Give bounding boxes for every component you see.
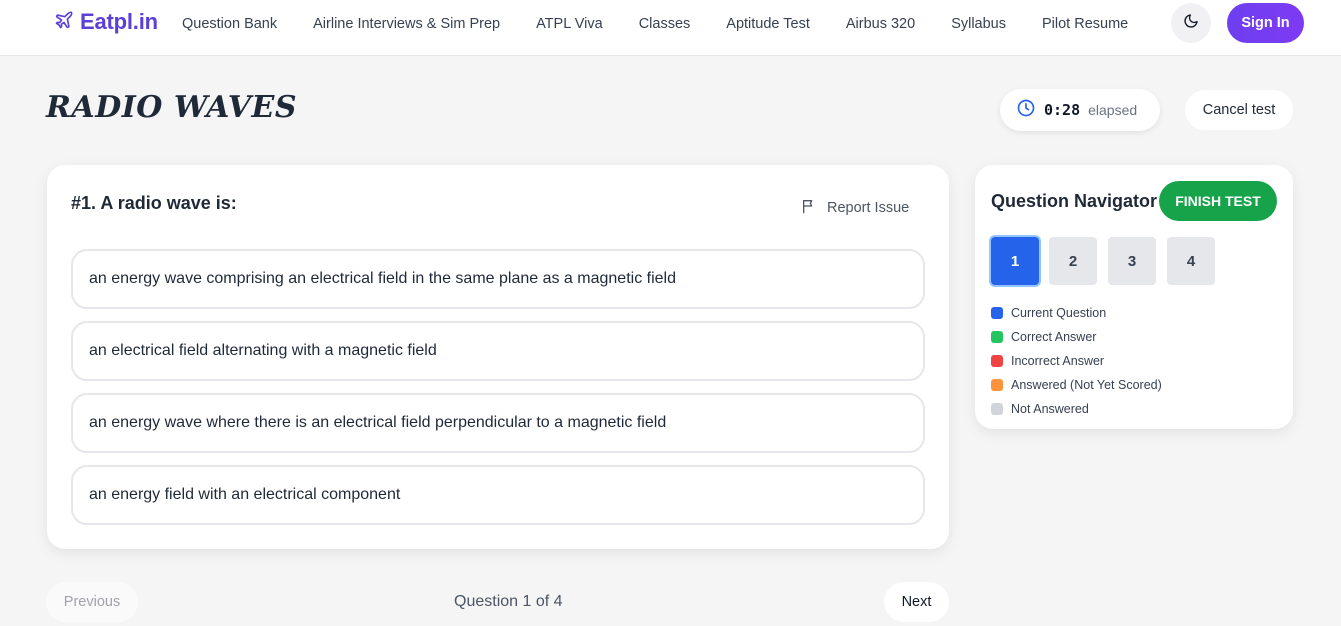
answer-option-2[interactable]: an electrical field alternating with a m… [71, 321, 925, 381]
previous-button[interactable]: Previous [46, 582, 138, 622]
status-legend: Current Question Correct Answer Incorrec… [991, 301, 1162, 421]
answer-option-text: an energy wave where there is an electri… [89, 414, 667, 431]
legend-item: Correct Answer [991, 325, 1162, 349]
legend-swatch-correct [991, 331, 1003, 343]
brand-logo[interactable]: Eatpl.in [54, 9, 158, 35]
question-card: #1. A radio wave is: Report Issue an ene… [47, 165, 949, 549]
nav-pilot-resume[interactable]: Pilot Resume [1042, 16, 1128, 32]
elapsed-timer: 0:28 elapsed [1000, 89, 1160, 131]
nav-classes[interactable]: Classes [639, 16, 691, 32]
nav-airline-interviews[interactable]: Airline Interviews & Sim Prep [313, 16, 500, 32]
main-nav: Question Bank Airline Interviews & Sim P… [182, 16, 1164, 32]
legend-label: Answered (Not Yet Scored) [1011, 378, 1162, 392]
question-counter: Question 1 of 4 [454, 593, 563, 610]
legend-swatch-incorrect [991, 355, 1003, 367]
legend-item: Incorrect Answer [991, 349, 1162, 373]
question-navigator-panel: Question Navigator FINISH TEST 1 2 3 4 C… [975, 165, 1293, 429]
legend-label: Current Question [1011, 306, 1107, 320]
legend-swatch-not-answered [991, 403, 1003, 415]
nav-airbus-320[interactable]: Airbus 320 [846, 16, 915, 32]
report-issue-label: Report Issue [827, 200, 910, 216]
legend-swatch-answered [991, 379, 1003, 391]
nav-aptitude-test[interactable]: Aptitude Test [726, 16, 810, 32]
legend-label: Incorrect Answer [1011, 354, 1105, 368]
question-nav-button-1[interactable]: 1 [991, 237, 1039, 285]
question-text: #1. A radio wave is: [71, 193, 237, 213]
next-button[interactable]: Next [884, 582, 949, 622]
answer-option-text: an energy wave comprising an electrical … [89, 270, 676, 287]
legend-item: Answered (Not Yet Scored) [991, 373, 1162, 397]
nav-question-bank[interactable]: Question Bank [182, 16, 277, 32]
legend-item: Not Answered [991, 397, 1162, 421]
cancel-test-button[interactable]: Cancel test [1185, 90, 1293, 130]
brand-name: Eatpl.in [80, 9, 158, 34]
moon-icon [1183, 13, 1199, 34]
answer-option-4[interactable]: an energy field with an electrical compo… [71, 465, 925, 525]
clock-icon [1016, 98, 1036, 123]
question-nav-button-4[interactable]: 4 [1167, 237, 1215, 285]
nav-syllabus[interactable]: Syllabus [951, 16, 1006, 32]
timer-label: elapsed [1088, 102, 1138, 118]
legend-label: Correct Answer [1011, 330, 1097, 344]
question-nav-button-3[interactable]: 3 [1108, 237, 1156, 285]
legend-swatch-current [991, 307, 1003, 319]
timer-value: 0:28 [1044, 101, 1081, 119]
flag-icon [801, 198, 817, 218]
sign-in-button[interactable]: Sign In [1227, 3, 1304, 43]
page-title: RADIO WAVES [46, 90, 298, 125]
nav-atpl-viva[interactable]: ATPL Viva [536, 16, 603, 32]
legend-label: Not Answered [1011, 402, 1089, 416]
answer-option-1[interactable]: an energy wave comprising an electrical … [71, 249, 925, 309]
navigator-title: Question Navigator [991, 191, 1158, 211]
top-navigation-bar: Eatpl.in Question Bank Airline Interview… [0, 0, 1341, 56]
answer-option-text: an electrical field alternating with a m… [89, 342, 437, 359]
report-issue-button[interactable]: Report Issue [801, 198, 909, 218]
answer-option-text: an energy field with an electrical compo… [89, 486, 401, 503]
finish-test-button[interactable]: FINISH TEST [1159, 181, 1277, 221]
theme-toggle-button[interactable] [1171, 3, 1211, 43]
legend-item: Current Question [991, 301, 1162, 325]
question-nav-button-2[interactable]: 2 [1049, 237, 1097, 285]
airplane-icon [54, 10, 74, 35]
answer-option-3[interactable]: an energy wave where there is an electri… [71, 393, 925, 453]
